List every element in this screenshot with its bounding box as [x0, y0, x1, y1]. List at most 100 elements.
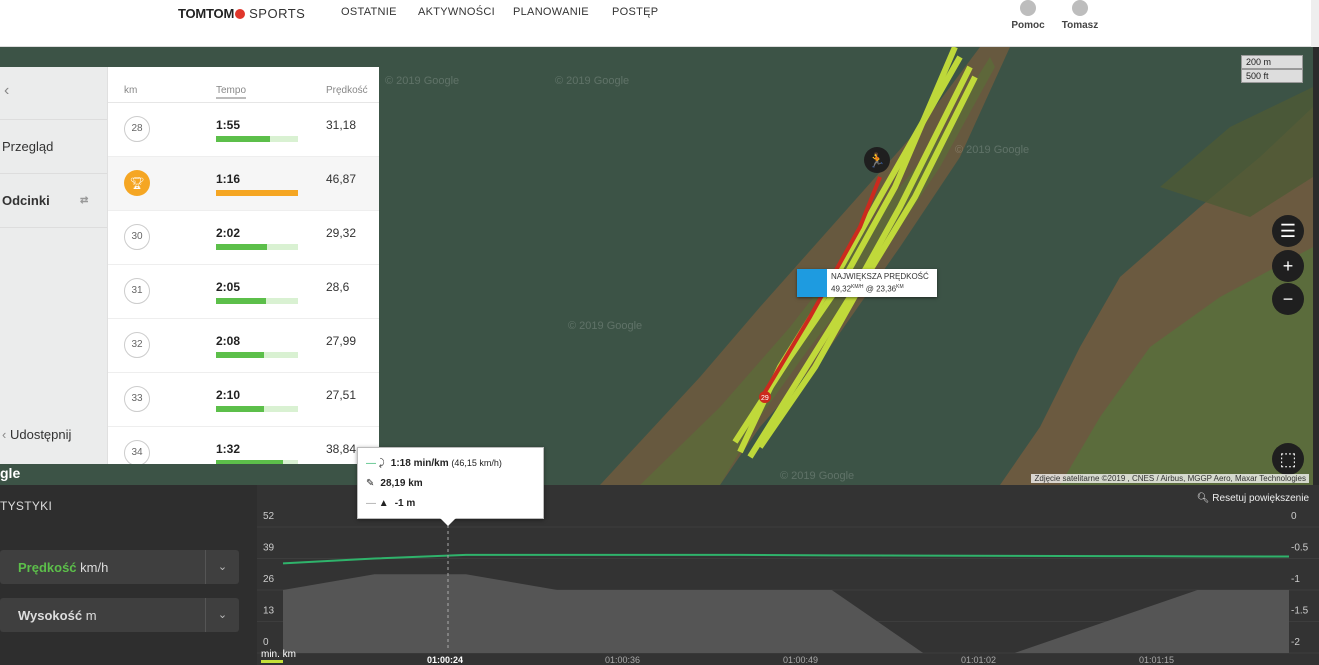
split-km-number: 30 [124, 224, 150, 250]
split-pace-bar [216, 244, 298, 250]
chevron-down-icon[interactable]: ⌄ [205, 550, 239, 584]
tomtom-sports-logo[interactable]: TOMTOM SPORTS [178, 6, 305, 21]
col-header-km: km [124, 85, 138, 96]
split-km-number: 31 [124, 278, 150, 304]
share-icon: ‹ [2, 427, 7, 442]
menu-overview[interactable]: Przegląd [0, 119, 107, 173]
speed-line [282, 553, 1290, 565]
split-pace: 2:05 [216, 280, 241, 294]
nav-item-activities[interactable]: AKTYWNOŚCI [418, 6, 495, 18]
split-speed: 31,18 [326, 118, 357, 132]
nav-item-progress[interactable]: POSTĘP [612, 6, 658, 18]
google-watermark: © 2019 Google [780, 470, 855, 482]
split-row[interactable]: 31 2:05 28,6 [108, 265, 379, 319]
metric-elevation-label: Wysokość m [18, 608, 97, 623]
max-speed-popup[interactable]: NAJWIĘKSZA PRĘDKOŚĆ 49,32KM/H @ 23,36KM [797, 269, 937, 297]
scale-imperial: 500 ft [1241, 69, 1303, 83]
google-watermark: © 2019 Google [955, 144, 1030, 156]
help-icon [1020, 0, 1036, 16]
split-pace-bar-fill [216, 136, 271, 142]
y-left-tick: 13 [263, 606, 275, 617]
col-header-speed[interactable]: Prędkość [326, 85, 368, 96]
map-menu-icon[interactable]: ☰ [1272, 215, 1304, 247]
scale-metric: 200 m [1241, 55, 1303, 69]
google-logo: gle [0, 465, 21, 481]
google-watermark: © 2019 Google [555, 75, 630, 87]
user-menu[interactable]: Tomasz [1058, 0, 1102, 31]
split-row[interactable]: 32 2:08 27,99 [108, 319, 379, 373]
page-scrollbar[interactable] [1311, 0, 1319, 47]
statistics-panel: TYSTYKI Prędkość km/h ⌄ Wysokość m ⌄ [0, 485, 257, 665]
help-label: Pomoc [1011, 20, 1045, 31]
split-km-number: 32 [124, 332, 150, 358]
help-link[interactable]: Pomoc [1008, 0, 1048, 31]
split-km-number: 33 [124, 386, 150, 412]
zoom-in-icon[interactable]: + [1272, 250, 1304, 282]
split-pace-bar [216, 406, 298, 412]
split-row[interactable]: 34 1:32 38,84 [108, 427, 379, 464]
map-attribution: Zdjęcie satelitarne ©2019 , CNES / Airbu… [1031, 474, 1309, 483]
brand-suffix: SPORTS [249, 6, 306, 21]
google-watermark: © 2019 Google [568, 320, 643, 332]
split-pace: 2:10 [216, 388, 241, 402]
split-row[interactable]: 28 1:55 31,18 [108, 103, 379, 157]
splits-table: km Tempo Prędkość 28 1:55 31,18 🏆︎ 1:16 46,87… [107, 67, 379, 464]
nav-item-planning[interactable]: PLANOWANIE [513, 6, 589, 18]
y-right-tick: -2 [1291, 637, 1300, 648]
split-pace-bar-fill [216, 190, 298, 196]
split-speed: 38,84 [326, 442, 357, 456]
split-pace: 1:55 [216, 118, 241, 132]
split-row[interactable]: 🏆︎ 1:16 46,87 [108, 157, 379, 211]
tooltip-pace: — ⤸ 1:18 min/km (46,15 km/h) [366, 458, 502, 469]
user-avatar-icon [1072, 0, 1088, 16]
split-pace: 1:32 [216, 442, 241, 456]
share-button[interactable]: ‹ Udostępnij [2, 427, 71, 442]
y-left-tick: 26 [263, 574, 275, 585]
x-tick: 01:01:02 [961, 655, 996, 665]
logo-dot-icon [235, 9, 246, 19]
metric-select-elevation[interactable]: Wysokość m ⌄ [0, 598, 239, 632]
x-tick: 01:00:49 [783, 655, 818, 665]
reset-zoom-button[interactable]: 🔍︎ Resetuj powiększenie [1197, 493, 1309, 504]
y-right-tick: -1.5 [1291, 606, 1309, 617]
split-row[interactable]: 30 2:02 29,32 [108, 211, 379, 265]
split-pace-bar [216, 190, 298, 196]
split-pace-bar-fill [216, 298, 267, 304]
metric-select-speed[interactable]: Prędkość km/h ⌄ [0, 550, 239, 584]
metric-speed-label: Prędkość km/h [18, 560, 109, 575]
x-tick: 01:00:24 [427, 655, 463, 665]
split-pace-bar-fill [216, 352, 265, 358]
fullscreen-icon[interactable]: ⬚ [1272, 443, 1304, 475]
split-speed: 28,6 [326, 280, 350, 294]
splits-toggle-icon[interactable]: ⇄ [80, 174, 88, 228]
max-speed-value: 49,32KM/H @ 23,36KM [831, 284, 904, 294]
menu-splits[interactable]: Odcinki ⇄ [0, 173, 107, 227]
km-29-marker: 29 [761, 395, 769, 402]
nav-item-recent[interactable]: OSTATNIE [341, 6, 397, 18]
tooltip-distance: ✎ 28,19 km [366, 478, 423, 489]
statistics-title: TYSTYKI [0, 499, 53, 513]
y-left-tick: 52 [263, 511, 275, 522]
unit-toggle-underline [261, 660, 283, 663]
runner-icon[interactable]: 🏃 [864, 147, 890, 173]
menu-splits-label: Odcinki [2, 193, 50, 208]
share-label: Udostępnij [9, 427, 72, 442]
split-pace: 2:08 [216, 334, 241, 348]
col-header-pace[interactable]: Tempo [216, 85, 247, 99]
chevron-down-icon[interactable]: ⌄ [205, 598, 239, 632]
split-row[interactable]: 33 2:10 27,51 [108, 373, 379, 427]
x-tick: 01:01:15 [1139, 655, 1174, 665]
back-chevron-icon[interactable]: ‹ [4, 82, 9, 100]
tooltip-elevation: — ▲ -1 m [366, 498, 416, 509]
split-pace-bar [216, 298, 298, 304]
split-pace-bar [216, 352, 298, 358]
activity-side-panel: ‹ Przegląd Odcinki ⇄ ‹ Udostępnij [0, 67, 107, 464]
split-pace-bar [216, 460, 298, 464]
split-pace-bar-fill [216, 406, 264, 412]
x-tick: 01:00:36 [605, 655, 640, 665]
split-speed: 27,99 [326, 334, 357, 348]
zoom-out-icon[interactable]: − [1272, 283, 1304, 315]
y-right-tick: 0 [1291, 511, 1297, 522]
user-name: Tomasz [1061, 20, 1099, 31]
split-km-number: 34 [124, 440, 150, 464]
